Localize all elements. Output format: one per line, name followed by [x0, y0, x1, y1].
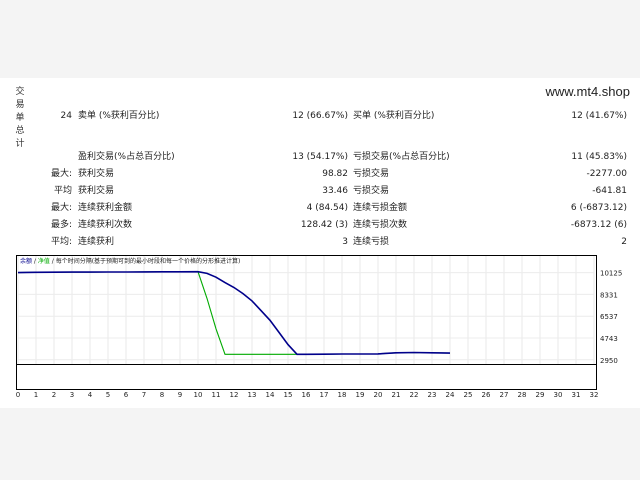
x-tick-label: 31: [572, 391, 581, 399]
x-tick-label: 19: [356, 391, 365, 399]
x-tick-label: 8: [160, 391, 164, 399]
x-tick-label: 15: [284, 391, 293, 399]
lots-chart-frame: [16, 364, 597, 390]
x-tick-label: 21: [392, 391, 401, 399]
x-tick-label: 26: [482, 391, 491, 399]
x-tick-label: 10: [194, 391, 203, 399]
x-tick-label: 9: [178, 391, 182, 399]
x-tick-label: 27: [500, 391, 509, 399]
x-tick-label: 25: [464, 391, 473, 399]
x-tick-label: 22: [410, 391, 419, 399]
y-tick-label: 10125: [600, 270, 622, 278]
balance-chart: 101258331653747432950余额 / 净值 / 每个时间分隔(基于…: [16, 256, 622, 399]
x-tick-label: 32: [590, 391, 599, 399]
x-tick-label: 7: [142, 391, 146, 399]
x-tick-label: 3: [70, 391, 74, 399]
x-tick-label: 6: [124, 391, 129, 399]
x-tick-label: 20: [374, 391, 383, 399]
x-tick-label: 14: [266, 391, 275, 399]
y-tick-label: 6537: [600, 313, 618, 321]
x-tick-label: 17: [320, 391, 329, 399]
x-tick-label: 0: [16, 391, 20, 399]
x-tick-label: 29: [536, 391, 545, 399]
x-tick-label: 11: [212, 391, 221, 399]
x-tick-label: 5: [106, 391, 110, 399]
y-tick-label: 2950: [600, 357, 618, 365]
x-tick-label: 4: [88, 391, 93, 399]
x-tick-label: 18: [338, 391, 347, 399]
x-tick-label: 16: [302, 391, 311, 399]
x-tick-label: 12: [230, 391, 239, 399]
x-tick-label: 30: [554, 391, 563, 399]
x-tick-label: 24: [446, 391, 455, 399]
chart-legend: 余额 / 净值 / 每个时间分隔(基于预期可到的最小时段和每一个价格的分形推进计…: [20, 257, 240, 265]
x-tick-label: 28: [518, 391, 527, 399]
x-tick-label: 2: [52, 391, 56, 399]
x-tick-label: 13: [248, 391, 257, 399]
y-tick-label: 8331: [600, 291, 618, 299]
x-tick-label: 1: [34, 391, 38, 399]
y-tick-label: 4743: [600, 335, 618, 343]
x-tick-label: 23: [428, 391, 437, 399]
